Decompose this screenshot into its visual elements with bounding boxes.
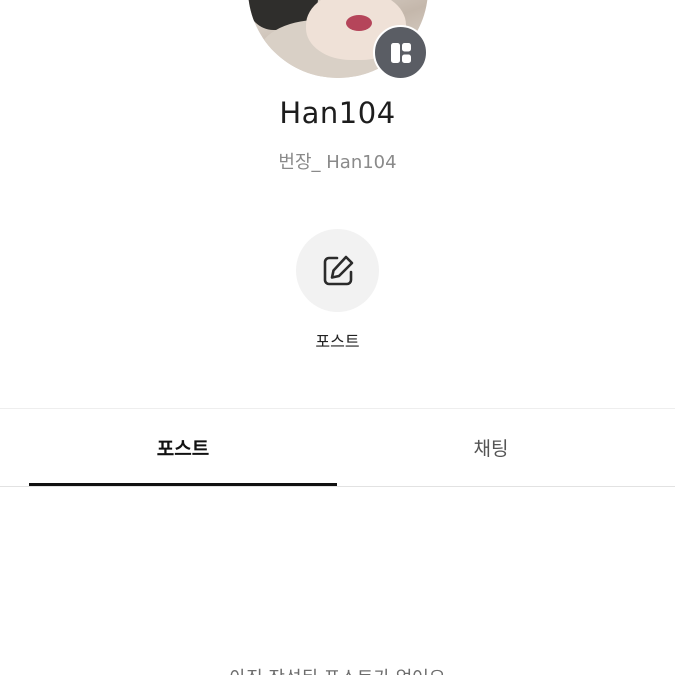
- profile-handle: 번장_ Han104: [278, 152, 397, 173]
- profile-page: Han104 번장_ Han104 포스트 포스트 채팅 아직 작성된 포스트가…: [0, 0, 675, 675]
- empty-state-text: 아직 작성된 포스트가 없어요: [0, 664, 675, 675]
- profile-username: Han104: [279, 96, 396, 130]
- post-action-button[interactable]: [296, 229, 379, 312]
- layout-grid-icon: [390, 42, 411, 63]
- profile-tabs: 포스트 채팅: [0, 409, 675, 486]
- tabs-divider: [0, 486, 675, 487]
- avatar-badge-button[interactable]: [373, 25, 428, 80]
- post-action-label: 포스트: [315, 332, 360, 351]
- avatar-image-detail: [346, 15, 372, 31]
- tab-chat[interactable]: 채팅: [337, 409, 645, 486]
- tab-posts[interactable]: 포스트: [29, 409, 337, 486]
- edit-icon: [323, 255, 353, 285]
